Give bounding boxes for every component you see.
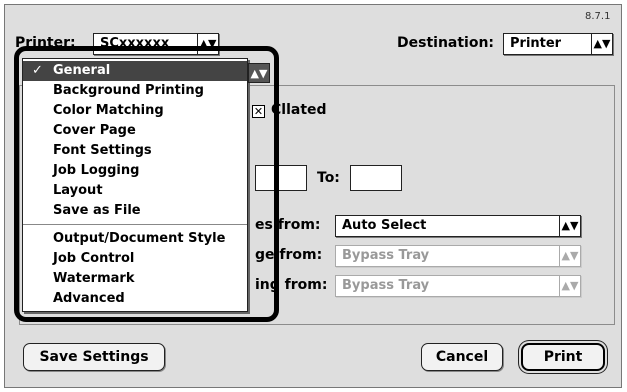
paper-source-popup-3[interactable]: Bypass Tray ▲▼ <box>335 275 581 297</box>
menu-item-output-document-style[interactable]: Output/Document Style <box>23 229 247 249</box>
paper-source-value-1: Auto Select <box>342 218 427 233</box>
updown-arrows-icon: ▲▼ <box>559 246 580 266</box>
menu-item-font-settings[interactable]: Font Settings <box>23 141 247 161</box>
menu-item-cover-page[interactable]: Cover Page <box>23 121 247 141</box>
destination-popup[interactable]: Printer ▲▼ <box>503 33 613 55</box>
collated-label: Cllated <box>271 102 327 118</box>
menu-item-general[interactable]: ✓ General <box>23 61 247 81</box>
cancel-button[interactable]: Cancel <box>421 343 503 371</box>
menu-item-color-matching[interactable]: Color Matching <box>23 101 247 121</box>
menu-item-job-logging[interactable]: Job Logging <box>23 161 247 181</box>
menu-item-job-control[interactable]: Job Control <box>23 249 247 269</box>
menu-item-layout[interactable]: Layout <box>23 181 247 201</box>
paper-source-popup-2[interactable]: Bypass Tray ▲▼ <box>335 245 581 267</box>
to-label: To: <box>317 170 340 186</box>
menu-item-background-printing[interactable]: Background Printing <box>23 81 247 101</box>
paper-source-popup-1[interactable]: Auto Select ▲▼ <box>335 215 581 237</box>
panel-popup-menu: ✓ General Background Printing Color Matc… <box>22 58 248 312</box>
menu-item-advanced[interactable]: Advanced <box>23 289 247 309</box>
destination-label: Destination: <box>397 35 495 51</box>
paper-source-value-2: Bypass Tray <box>342 248 430 263</box>
menu-separator <box>23 224 247 225</box>
updown-arrows-icon: ▲▼ <box>559 276 580 296</box>
updown-arrows-icon: ▲▼ <box>591 34 612 54</box>
destination-popup-value: Printer <box>510 36 562 51</box>
print-button[interactable]: Print <box>521 343 605 371</box>
menu-item-watermark[interactable]: Watermark <box>23 269 247 289</box>
save-settings-button[interactable]: Save Settings <box>23 343 165 371</box>
paper-source-value-3: Bypass Tray <box>342 278 430 293</box>
pages-to-field[interactable] <box>350 165 402 191</box>
updown-arrows-icon: ▲▼ <box>559 216 580 236</box>
version-label: 8.7.1 <box>585 11 611 22</box>
checkmark-icon: ✓ <box>32 63 43 78</box>
updown-arrows-icon: ▲▼ <box>248 63 270 83</box>
menu-item-save-as-file[interactable]: Save as File <box>23 201 247 221</box>
